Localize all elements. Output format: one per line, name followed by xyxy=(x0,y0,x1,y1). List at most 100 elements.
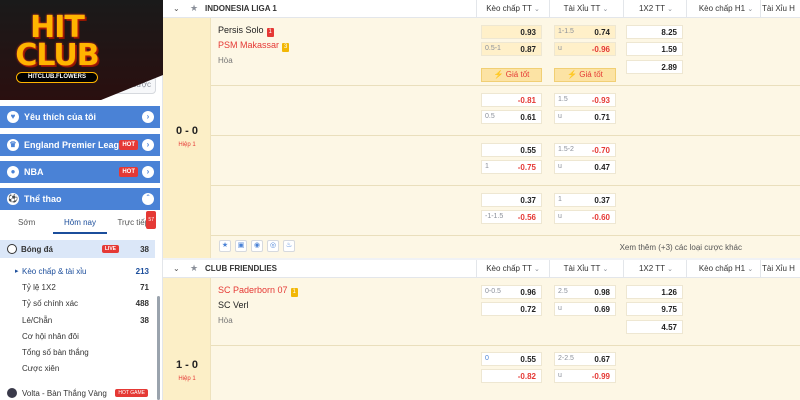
divider xyxy=(686,0,687,18)
tab-early[interactable]: Sớm xyxy=(0,214,53,234)
live-badge: LIVE xyxy=(101,245,119,253)
sport-football[interactable]: Bóng đá LIVE 38 xyxy=(0,240,155,258)
sport-label: Bóng đá xyxy=(21,244,53,254)
odds-cell[interactable]: u -0.99 xyxy=(554,369,616,383)
odds-cell[interactable]: u 0.47 xyxy=(554,160,616,174)
nav-label: Yêu thích của tôi xyxy=(24,112,97,122)
nav-nba[interactable]: ● NBA HOT › xyxy=(0,161,160,183)
score-column: 0 - 0 Hiệp 1 xyxy=(163,18,211,258)
odds-cell[interactable]: 9.75 xyxy=(626,302,683,316)
odds-cell[interactable]: 8.25 xyxy=(626,25,683,39)
sidebar-scrollbar[interactable] xyxy=(157,296,160,400)
sidebar: ảng cược HIT CLUB HITCLUB.FLOWERS ♥ Yêu … xyxy=(0,0,163,400)
odds-cell[interactable]: 0 0.55 xyxy=(481,352,542,366)
odds-cell[interactable]: u -0.96 xyxy=(554,42,616,56)
tab-label: Sớm xyxy=(18,218,36,227)
league-header[interactable]: ⌄ ★ INDONESIA LIGA 1 Kèo chấp TT ⌄ Tài X… xyxy=(163,0,800,18)
divider xyxy=(623,0,624,18)
odds-cell[interactable]: 1 -0.75 xyxy=(481,160,542,174)
best-price-label: Giá tốt xyxy=(505,70,530,79)
col-1x2-ft[interactable]: 1X2 TT ⌄ xyxy=(625,264,687,273)
col-handicap-h1[interactable]: Kèo chấp H1 ⌄ xyxy=(688,4,764,13)
star-icon[interactable]: ★ xyxy=(190,263,198,274)
odds-value: 0.61 xyxy=(520,113,536,122)
odds-cell[interactable]: 1.59 xyxy=(626,42,683,56)
star-icon[interactable]: ★ xyxy=(219,240,231,252)
market-parlay[interactable]: Cược xiên xyxy=(0,359,155,377)
odds-line: u xyxy=(558,372,562,379)
market-label: Kèo chấp & tài xỉu xyxy=(22,266,87,276)
odds-cell[interactable]: 1.5-2 -0.70 xyxy=(554,143,616,157)
odds-cell[interactable]: 2.5 0.98 xyxy=(554,285,616,299)
col-handicap-ft[interactable]: Kèo chấp TT ⌄ xyxy=(479,4,547,13)
odds-cell[interactable]: 0-0.5 0.96 xyxy=(481,285,542,299)
col-ou-h1[interactable]: Tài Xỉu H xyxy=(762,264,800,273)
odds-line: 1.5 xyxy=(558,96,568,103)
odds-cell[interactable]: 0.37 xyxy=(481,193,542,207)
odds-cell[interactable]: -1-1.5 -0.56 xyxy=(481,210,542,224)
col-ou-h1[interactable]: Tài Xỉu H xyxy=(762,4,800,13)
row-divider xyxy=(211,235,800,236)
odds-cell[interactable]: 1-1.5 0.74 xyxy=(554,25,616,39)
odds-cell[interactable]: -0.81 xyxy=(481,93,542,107)
chevron-down-icon[interactable]: ⌄ xyxy=(173,4,180,13)
hot-icon[interactable]: ♨ xyxy=(283,240,295,252)
chevron-down-icon[interactable]: ⌄ xyxy=(173,264,180,273)
row-divider xyxy=(211,185,800,186)
market-correct-score[interactable]: Tỷ số chính xác 488 xyxy=(0,294,155,312)
best-price-button[interactable]: ⚡ Giá tốt xyxy=(554,68,616,82)
odds-cell[interactable]: 0.72 xyxy=(481,302,542,316)
logo[interactable]: HIT CLUB HITCLUB.FLOWERS xyxy=(0,0,163,100)
divider xyxy=(476,260,477,278)
odds-cell[interactable]: 1 0.37 xyxy=(554,193,616,207)
col-handicap-ft[interactable]: Kèo chấp TT ⌄ xyxy=(479,264,547,273)
odds-value: -0.56 xyxy=(517,213,536,222)
stats-icon[interactable]: ▣ xyxy=(235,240,247,252)
odds-cell[interactable]: 1.5 -0.93 xyxy=(554,93,616,107)
odds-cell[interactable]: 0.5-1 0.87 xyxy=(481,42,542,56)
tab-live[interactable]: Trực tiếp 57 xyxy=(107,211,160,234)
more-bets-link[interactable]: Xem thêm (+3) các loại cược khác xyxy=(620,243,742,252)
logo-subtitle: HITCLUB.FLOWERS xyxy=(16,72,98,83)
odds-value: 0.55 xyxy=(520,355,536,364)
league-header[interactable]: ⌄ ★ CLUB FRIENDLIES Kèo chấp TT ⌄ Tài Xỉ… xyxy=(163,260,800,278)
odds-cell[interactable]: u -0.60 xyxy=(554,210,616,224)
odds-cell[interactable]: 2.89 xyxy=(626,60,683,74)
star-icon[interactable]: ★ xyxy=(190,3,198,14)
col-handicap-h1[interactable]: Kèo chấp H1 ⌄ xyxy=(688,264,764,273)
tab-today[interactable]: Hôm nay xyxy=(53,214,107,234)
col-ou-ft[interactable]: Tài Xỉu TT ⌄ xyxy=(551,4,621,13)
odds-cell[interactable]: 0.55 xyxy=(481,143,542,157)
odds-cell[interactable]: 4.57 xyxy=(626,320,683,334)
odds-value: 0.71 xyxy=(594,113,610,122)
sort-icon: ⌄ xyxy=(533,266,540,273)
nav-favorites[interactable]: ♥ Yêu thích của tôi › xyxy=(0,106,160,128)
col-ou-ft[interactable]: Tài Xỉu TT ⌄ xyxy=(551,264,621,273)
odds-cell[interactable]: -0.82 xyxy=(481,369,542,383)
market-count: 71 xyxy=(140,282,149,292)
odds-value: 2.89 xyxy=(661,63,677,72)
hot-badge: HOT xyxy=(119,167,138,177)
odds-cell[interactable]: 0.93 xyxy=(481,25,542,39)
divider xyxy=(549,260,550,278)
sort-icon: ⌄ xyxy=(667,6,674,13)
nav-england-premier-league[interactable]: ♛ England Premier League HOT › xyxy=(0,134,160,156)
odds-cell[interactable]: 0.5 0.61 xyxy=(481,110,542,124)
nav-sports[interactable]: ⚽ Thể thao ˆ xyxy=(0,188,160,210)
col-1x2-ft[interactable]: 1X2 TT ⌄ xyxy=(625,4,687,13)
odds-cell[interactable]: 2-2.5 0.67 xyxy=(554,352,616,366)
odds-cell[interactable]: u 0.71 xyxy=(554,110,616,124)
volta-icon xyxy=(7,388,17,398)
odds-cell[interactable]: 1.26 xyxy=(626,285,683,299)
volta-item[interactable]: Volta - Bàn Thắng Vàng HOT GAME xyxy=(0,386,160,400)
odds-value: 0.98 xyxy=(594,288,610,297)
market-label: Tỷ số chính xác xyxy=(22,298,79,308)
view-icon[interactable]: ◉ xyxy=(251,240,263,252)
odds-cell[interactable]: u 0.69 xyxy=(554,302,616,316)
best-price-button[interactable]: ⚡ Giá tốt xyxy=(481,68,542,82)
row-divider xyxy=(211,345,800,346)
odds-line: u xyxy=(558,213,562,220)
live-tracker-icon[interactable]: ◎ xyxy=(267,240,279,252)
sort-icon: ⌄ xyxy=(747,6,754,13)
heart-icon: ♥ xyxy=(7,111,19,123)
